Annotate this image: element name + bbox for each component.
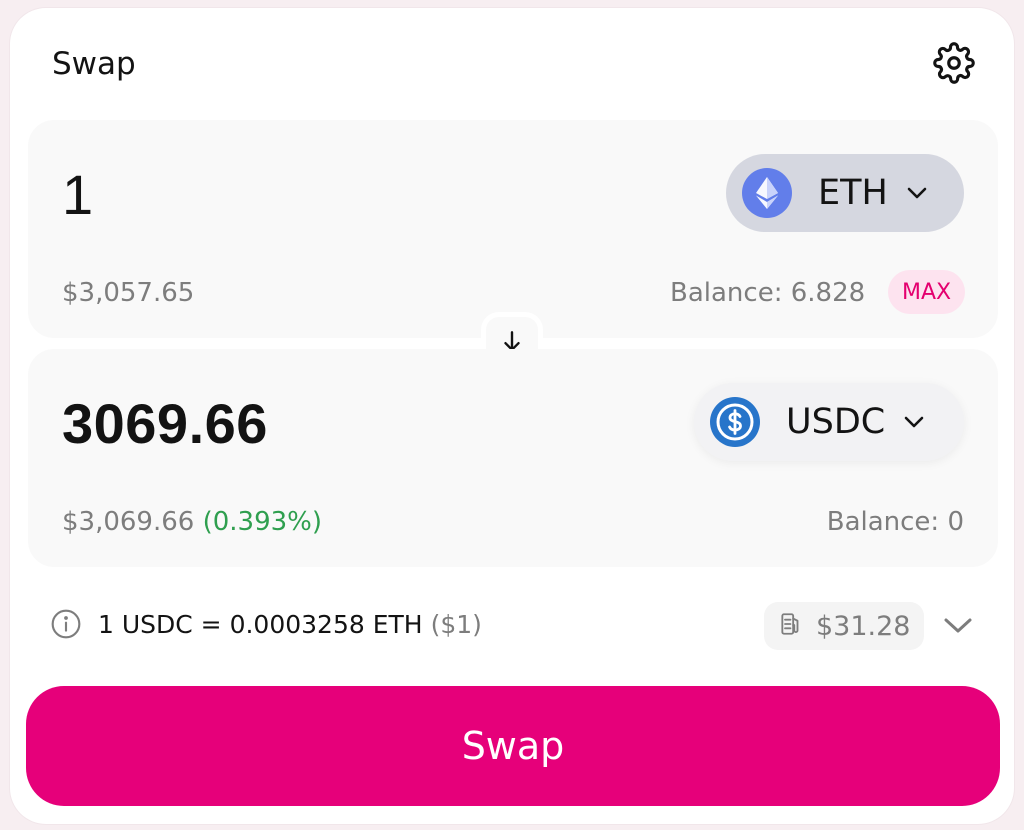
sell-amount-input[interactable]: 1 — [62, 162, 93, 227]
buy-amount-input[interactable]: 3069.66 — [62, 391, 268, 456]
swap-button[interactable]: Swap — [26, 686, 1000, 806]
chevron-down-icon — [943, 617, 973, 639]
usdc-icon — [710, 397, 760, 447]
buy-balance: Balance: 0 — [826, 507, 964, 537]
chevron-down-icon — [906, 186, 928, 200]
gas-fee-badge: $31.28 — [764, 602, 925, 650]
page-title: Swap — [52, 46, 136, 82]
details-toggle-button[interactable] — [940, 610, 976, 646]
buy-token-symbol: USDC — [786, 402, 886, 442]
sell-balance: Balance: 6.828 — [670, 278, 866, 308]
exchange-rate-usd: ($1) — [430, 609, 482, 639]
sell-token-symbol: ETH — [818, 173, 888, 213]
gas-fee: $31.28 — [816, 610, 911, 642]
buy-token-selector[interactable]: USDC — [694, 383, 964, 461]
exchange-rate-row[interactable]: 1 USDC = 0.0003258 ETH ($1) — [50, 608, 482, 640]
sell-panel: 1 ETH $3,057.65 Balance: 6.828 MAX — [28, 120, 998, 338]
price-impact: (0.393%) — [202, 507, 323, 537]
exchange-rate: 1 USDC = 0.0003258 ETH ($1) — [98, 610, 482, 639]
sell-token-selector[interactable]: ETH — [726, 154, 964, 232]
sell-usd-value: $3,057.65 — [62, 278, 195, 308]
chevron-down-icon — [903, 415, 925, 429]
buy-panel: 3069.66 USDC $3,069.66 (0.393%) Balance:… — [28, 349, 998, 567]
info-icon — [50, 608, 82, 640]
gear-icon — [933, 42, 975, 88]
buy-usd-value-row: $3,069.66 (0.393%) — [62, 507, 322, 537]
ethereum-icon — [742, 168, 792, 218]
buy-usd-value: $3,069.66 — [62, 507, 195, 537]
exchange-rate-text: 1 USDC = 0.0003258 ETH — [98, 609, 423, 639]
gas-pump-icon — [778, 611, 804, 641]
settings-button[interactable] — [930, 41, 978, 89]
swap-card: Swap 1 ETH $3,057.65 Balance: 6.828 MAX … — [10, 8, 1014, 824]
max-button[interactable]: MAX — [888, 270, 966, 314]
